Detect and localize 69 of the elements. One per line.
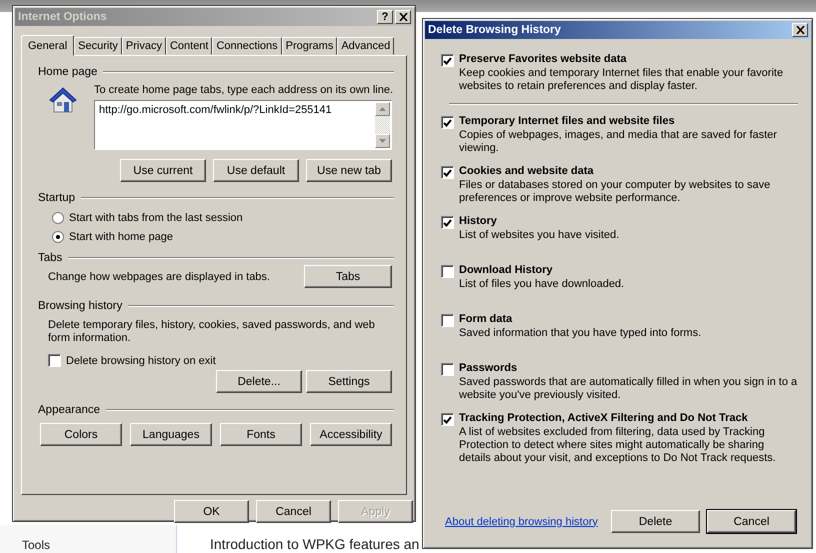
- option-description: Saved information that you have typed into forms.: [459, 327, 702, 340]
- instruction-text: To create home page tabs, type each address on its own line.: [94, 84, 394, 96]
- push-button[interactable]: Cancel: [707, 510, 796, 533]
- option-description: Files or databases stored on your computer by websites to save preferences or improve website performance.: [459, 179, 772, 205]
- checkbox[interactable]: [441, 314, 454, 327]
- push-button[interactable]: OK: [174, 500, 249, 523]
- checkbox[interactable]: [441, 413, 454, 426]
- option-title: Temporary Internet files and website files: [459, 115, 676, 127]
- tab[interactable]: Advanced: [337, 37, 394, 55]
- description-text: Change how webpages are displayed in tabs.: [48, 270, 270, 282]
- checkbox-label: Delete browsing history on exit: [66, 354, 216, 366]
- option-description: Copies of webpages, images, and media that are saved for faster viewing.: [459, 129, 778, 155]
- option-title: Tracking Protection, ActiveX Filtering and Do Not Track: [459, 412, 749, 424]
- push-button[interactable]: Fonts: [220, 423, 302, 446]
- checkbox[interactable]: [441, 216, 454, 229]
- checkbox[interactable]: [441, 363, 454, 376]
- push-button[interactable]: Cancel: [256, 500, 331, 523]
- radio-button[interactable]: [52, 231, 64, 243]
- close-icon: [796, 26, 804, 34]
- tab[interactable]: Security: [74, 37, 122, 55]
- option-title: Cookies and website data: [459, 165, 594, 177]
- window-title: Delete Browsing History: [428, 24, 561, 36]
- tab[interactable]: General: [21, 35, 74, 56]
- group-label: Appearance: [38, 404, 100, 416]
- radio-button[interactable]: [52, 212, 64, 224]
- description-text: Delete temporary files, history, cookies, saved passwords, and web form information.: [48, 319, 376, 345]
- tab[interactable]: Programs: [282, 37, 338, 55]
- checkbox[interactable]: [441, 54, 454, 67]
- option-description: Saved passwords that are automatically filled in when you sign in to a website you've previously visited.: [459, 376, 798, 402]
- page-heading: Introduction to WPKG features an: [210, 536, 420, 552]
- tab[interactable]: Content: [166, 37, 212, 55]
- group-label: Home page: [38, 66, 98, 78]
- house-icon: [48, 86, 78, 114]
- option-title: Form data: [459, 313, 514, 325]
- group-label: Tabs: [38, 252, 62, 264]
- option-title: Passwords: [459, 362, 518, 374]
- close-button[interactable]: [792, 23, 808, 37]
- tab[interactable]: Connections: [212, 37, 282, 55]
- tab[interactable]: Privacy: [122, 37, 166, 55]
- group-label: Startup: [38, 192, 76, 204]
- push-button[interactable]: Settings: [306, 370, 392, 393]
- push-button[interactable]: Colors: [40, 423, 122, 446]
- push-button[interactable]: Delete: [611, 510, 700, 533]
- option-title: History: [459, 215, 498, 227]
- close-icon: [398, 13, 408, 21]
- option-description: List of websites you have visited.: [459, 229, 620, 242]
- radio-label: Start with tabs from the last session: [69, 212, 243, 224]
- option-description: A list of websites excluded from filtering, data used by Tracking Protection to detect where sites might automatically be sharing details about your visit, and exceptions to Do Not Track requests.: [459, 426, 777, 465]
- option-description: Keep cookies and temporary Internet files that enable your favorite websites to retain preferences and display faster.: [459, 67, 784, 93]
- group-label: Browsing history: [38, 300, 122, 312]
- push-button[interactable]: Delete...: [216, 370, 302, 393]
- push-button[interactable]: Languages: [130, 423, 212, 446]
- checkbox[interactable]: [441, 166, 454, 179]
- radio-label: Start with home page: [69, 231, 173, 243]
- window-title: Internet Options: [18, 11, 107, 23]
- checkbox[interactable]: [441, 116, 454, 129]
- option-title: Download History: [459, 264, 554, 276]
- address-field[interactable]: http://go.microsoft.com/fwlink/p/?LinkId=255141: [94, 100, 392, 150]
- help-link[interactable]: About deleting browsing history: [445, 516, 598, 528]
- option-description: List of files you have downloaded.: [459, 278, 624, 291]
- push-button[interactable]: Use current: [120, 159, 206, 182]
- option-title: Preserve Favorites website data: [459, 53, 628, 65]
- checkbox[interactable]: [441, 265, 454, 278]
- checkbox[interactable]: [48, 354, 61, 367]
- push-button[interactable]: Use default: [213, 159, 299, 182]
- push-button[interactable]: Tabs: [304, 265, 392, 288]
- sidebar-item[interactable]: Tools: [22, 538, 50, 552]
- push-button[interactable]: Accessibility: [310, 423, 392, 446]
- push-button[interactable]: Use new tab: [306, 159, 392, 182]
